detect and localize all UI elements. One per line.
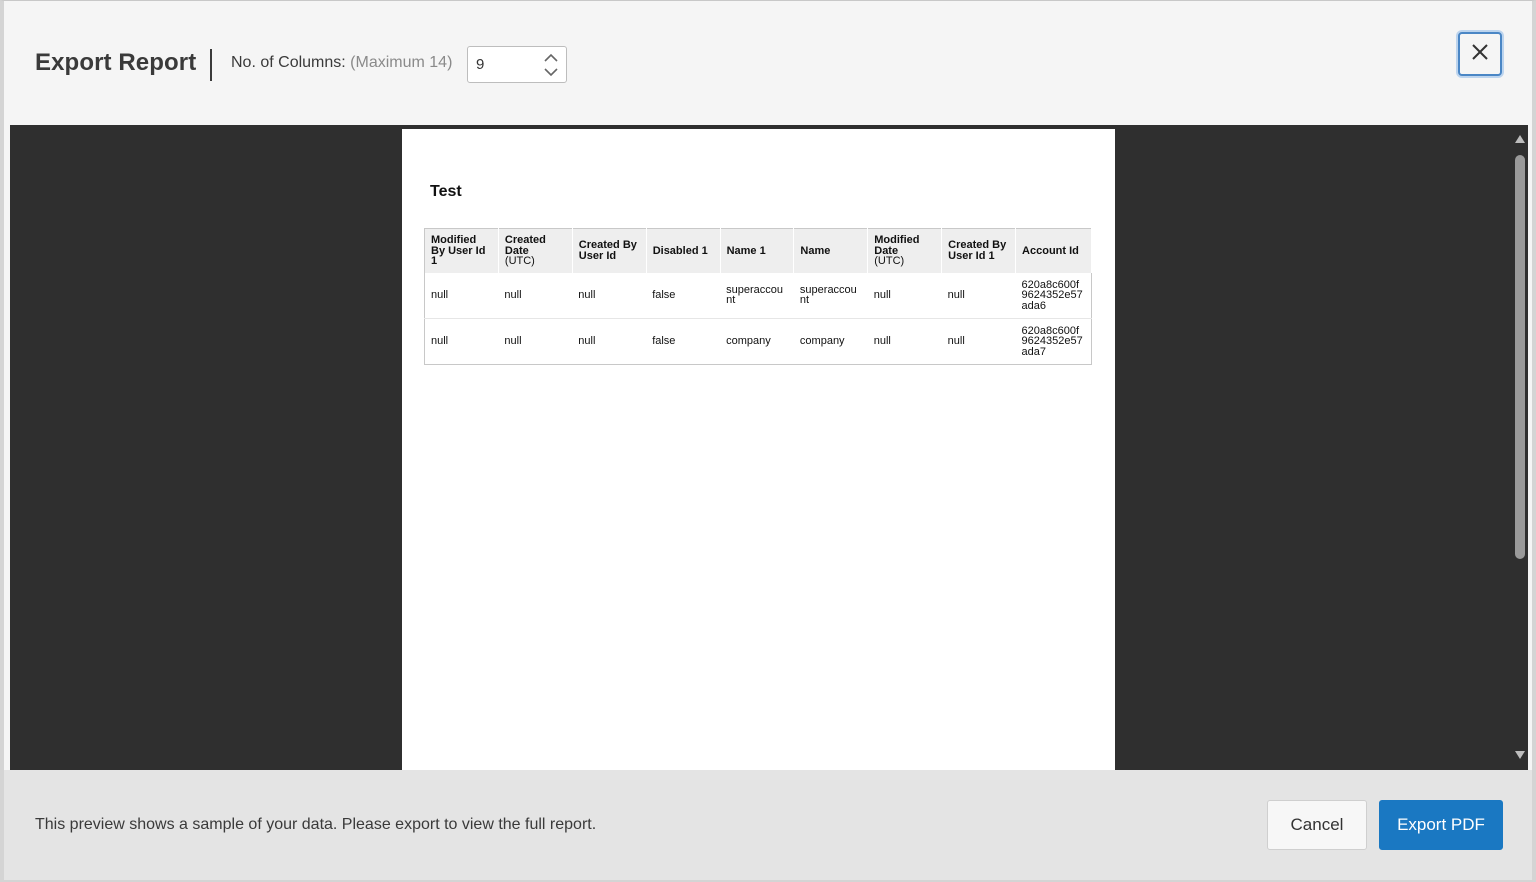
table-header-row: Modified By User Id 1 Created Date (UTC) … <box>424 228 1092 273</box>
column-header-label: Created By User Id <box>578 239 637 262</box>
columns-label: No. of Columns: (Maximum 14) <box>231 54 452 72</box>
table-cell: superaccount <box>799 283 857 307</box>
column-header: Name <box>793 228 869 273</box>
table-cell: null <box>424 318 499 365</box>
cancel-button[interactable]: Cancel <box>1267 800 1367 850</box>
column-header-label: Disabled 1 <box>652 244 708 257</box>
column-header-label: Modified By User Id 1 <box>431 234 486 267</box>
table-cell: null <box>941 318 1016 365</box>
table-cell: superaccount <box>726 283 783 307</box>
table-cell: null <box>578 289 596 301</box>
close-button[interactable] <box>1458 32 1502 76</box>
columns-label-text: No. of Columns: <box>231 54 346 71</box>
column-header-label: Created By User Id 1 <box>948 239 1007 262</box>
table-cell: null <box>947 289 965 301</box>
modal-footer: This preview shows a sample of your data… <box>4 770 1532 880</box>
triangle-up-icon[interactable] <box>1514 133 1526 145</box>
column-header: Name 1 <box>720 228 795 273</box>
table-cell: 620a8c600f9624352e57ada7 <box>1015 318 1092 365</box>
report-title: Test <box>430 183 462 200</box>
preview-page: Test Modified By User Id 1 Created Date(… <box>402 129 1115 770</box>
column-header: Modified By User Id 1 <box>424 228 499 273</box>
modal-title: Export Report <box>35 49 197 76</box>
preview-note: This preview shows a sample of your data… <box>35 816 597 833</box>
chevron-up-icon[interactable] <box>542 51 560 65</box>
report-preview[interactable]: Test Modified By User Id 1 Created Date(… <box>10 125 1528 770</box>
column-header-label: Account Id <box>1022 244 1079 257</box>
table-cell: null <box>504 289 522 301</box>
export-pdf-button[interactable]: Export PDF <box>1379 800 1503 850</box>
table-row: null null null false company company nul… <box>424 318 1092 365</box>
column-header-label: Name <box>800 244 831 257</box>
table-cell: company <box>793 318 868 365</box>
preview-scrollbar[interactable] <box>1512 125 1528 770</box>
modal-header: Export Report No. of Columns: (Maximum 1… <box>4 1 1532 125</box>
table-cell: null <box>498 318 573 365</box>
chevron-down-icon[interactable] <box>542 65 560 79</box>
export-report-modal: Export Report No. of Columns: (Maximum 1… <box>0 0 1536 882</box>
table-cell: false <box>646 318 721 365</box>
scrollbar-thumb[interactable] <box>1515 155 1525 559</box>
columns-max-hint: (Maximum 14) <box>350 54 453 71</box>
table-cell: null <box>572 318 647 365</box>
header-divider <box>210 49 212 81</box>
close-icon <box>1471 43 1489 66</box>
column-header-label: Created Date <box>504 234 546 257</box>
table-cell: 620a8c600f9624352e57ada6 <box>1021 278 1083 312</box>
column-header: Modified Date (UTC) <box>867 228 943 273</box>
triangle-down-icon[interactable] <box>1514 749 1526 761</box>
table-row: null null null false superaccount supera… <box>425 273 1092 319</box>
column-header: Disabled 1 <box>646 228 721 273</box>
table-cell: null <box>431 289 449 301</box>
column-header: Created By User Id <box>572 228 647 273</box>
column-header: Created By User Id 1 <box>941 228 1017 273</box>
columns-stepper[interactable] <box>467 46 567 83</box>
table-cell: null <box>873 289 891 301</box>
column-header: Created Date (UTC) <box>498 228 573 273</box>
column-header-label: Modified Date <box>874 234 920 257</box>
table-cell: false <box>652 289 676 301</box>
column-header-sub: (UTC) <box>874 255 905 267</box>
columns-input[interactable] <box>468 47 538 82</box>
table-cell: company <box>720 318 794 365</box>
column-header-label: Name 1 <box>726 244 766 257</box>
report-table: Modified By User Id 1 Created Date (UTC) … <box>424 228 1092 365</box>
column-header-sub: (UTC) <box>504 255 535 267</box>
table-cell: null <box>867 318 942 365</box>
column-header: Account Id <box>1015 228 1092 273</box>
